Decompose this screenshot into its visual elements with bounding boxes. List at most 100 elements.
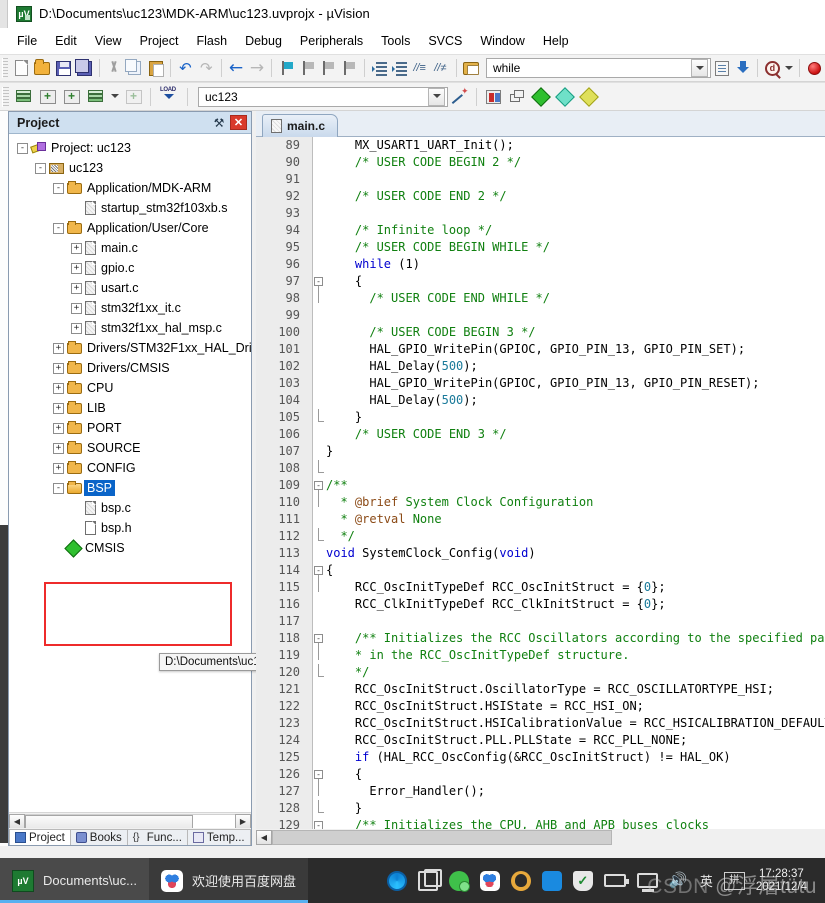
code-line[interactable]: /** Initializes the RCC Oscillators acco…: [326, 630, 825, 647]
code-line[interactable]: RCC_OscInitStruct.HSICalibrationValue = …: [326, 715, 825, 732]
security-shield-icon[interactable]: [573, 871, 593, 891]
code-line[interactable]: HAL_GPIO_WritePin(GPIOC, GPIO_PIN_13, GP…: [326, 341, 745, 358]
code-line[interactable]: HAL_Delay(500);: [326, 358, 478, 375]
clear-bookmarks-button[interactable]: [340, 57, 359, 79]
undo-button[interactable]: ↶: [176, 57, 195, 79]
fold-collapse-icon[interactable]: -: [314, 481, 323, 490]
code-line[interactable]: */: [326, 528, 355, 545]
tree-item[interactable]: + Drivers/STM32F1xx_HAL_Driv: [9, 338, 251, 358]
paste-button[interactable]: [146, 57, 165, 79]
code-line[interactable]: {: [326, 273, 362, 290]
network-icon[interactable]: [637, 873, 658, 888]
scroll-left-button[interactable]: ◀: [9, 814, 25, 829]
batch-build-dropdown[interactable]: [109, 86, 121, 108]
battery-icon[interactable]: [604, 874, 626, 887]
code-line[interactable]: MX_USART1_UART_Init();: [326, 137, 514, 154]
collapse-toggle[interactable]: -: [17, 143, 28, 154]
code-line[interactable]: /* Infinite loop */: [326, 222, 492, 239]
code-line[interactable]: /* USER CODE BEGIN WHILE */: [326, 239, 550, 256]
menu-debug[interactable]: Debug: [236, 31, 291, 51]
expand-toggle[interactable]: +: [71, 323, 82, 334]
code-line[interactable]: RCC_ClkInitTypeDef RCC_ClkInitStruct = {…: [326, 596, 666, 613]
code-line[interactable]: * @retval None: [326, 511, 442, 528]
code-line[interactable]: RCC_OscInitTypeDef RCC_OscInitStruct = {…: [326, 579, 666, 596]
code-line[interactable]: /* USER CODE BEGIN 2 */: [326, 154, 521, 171]
tree-item[interactable]: - BSP: [9, 478, 251, 498]
select-software-packs-button[interactable]: [578, 86, 600, 108]
fold-collapse-icon[interactable]: -: [314, 277, 323, 286]
translate-button[interactable]: [13, 86, 35, 108]
menu-help[interactable]: Help: [534, 31, 578, 51]
fold-collapse-icon[interactable]: -: [314, 634, 323, 643]
code-line[interactable]: while (1): [326, 256, 420, 273]
tree-item[interactable]: - uc123: [9, 158, 251, 178]
bluetooth-icon[interactable]: ↎: [542, 871, 562, 891]
build-target-button[interactable]: [37, 86, 59, 108]
debug-dropdown-button[interactable]: [784, 57, 794, 79]
ime-language-label[interactable]: 英: [700, 871, 713, 890]
code-line[interactable]: HAL_Delay(500);: [326, 392, 478, 409]
fold-collapse-icon[interactable]: -: [314, 821, 323, 829]
code-line[interactable]: * in the RCC_OscInitTypeDef structure.: [326, 647, 629, 664]
toolbar-grip[interactable]: [2, 87, 9, 107]
editor-scroll-left-button[interactable]: ◀: [256, 830, 272, 845]
expand-toggle[interactable]: +: [53, 423, 64, 434]
scroll-right-button[interactable]: ▶: [235, 814, 251, 829]
uncomment-button[interactable]: //≠: [432, 57, 451, 79]
code-view[interactable]: 89 MX_USART1_UART_Init(); 90 /* USER CODE…: [256, 137, 825, 829]
outdent-button[interactable]: [391, 57, 410, 79]
tree-item[interactable]: + Drivers/CMSIS: [9, 358, 251, 378]
tab-templates[interactable]: Temp...: [187, 829, 251, 845]
target-selector-dropdown[interactable]: [428, 88, 445, 106]
pack-installer-button[interactable]: [530, 86, 552, 108]
code-line[interactable]: /** Initializes the CPU, AHB and APB bus…: [326, 817, 709, 829]
download-button[interactable]: LOAD: [156, 86, 182, 108]
taskbar-item-uvision[interactable]: µV Documents\uc...: [0, 858, 149, 903]
expand-toggle[interactable]: +: [53, 363, 64, 374]
tree-item[interactable]: - Application/User/Core: [9, 218, 251, 238]
collapse-toggle[interactable]: -: [53, 483, 64, 494]
tree-item[interactable]: CMSIS: [9, 538, 251, 558]
code-line[interactable]: RCC_OscInitStruct.PLL.PLLState = RCC_PLL…: [326, 732, 687, 749]
editor-scroll-thumb[interactable]: [272, 830, 612, 845]
expand-toggle[interactable]: +: [71, 263, 82, 274]
code-line[interactable]: /* USER CODE BEGIN 3 */: [326, 324, 536, 341]
comment-button[interactable]: //≡: [411, 57, 430, 79]
editor-hscrollbar[interactable]: ◀: [256, 829, 825, 846]
tree-item[interactable]: + stm32f1xx_hal_msp.c: [9, 318, 251, 338]
pin-icon[interactable]: ⚒: [211, 115, 227, 131]
expand-toggle[interactable]: +: [53, 383, 64, 394]
task-view-icon[interactable]: [418, 871, 438, 891]
wechat-icon[interactable]: [449, 871, 469, 891]
clock[interactable]: 17:28:37 2021/12/4: [756, 868, 815, 894]
code-line[interactable]: Error_Handler();: [326, 783, 485, 800]
open-file-button[interactable]: [33, 57, 52, 79]
insert-file-button[interactable]: [712, 57, 731, 79]
tree-item[interactable]: + usart.c: [9, 278, 251, 298]
goto-bookmark-button[interactable]: [733, 57, 752, 79]
volume-icon[interactable]: 🔊: [669, 871, 689, 891]
save-button[interactable]: [54, 57, 73, 79]
tab-books[interactable]: Books: [70, 829, 128, 845]
next-bookmark-button[interactable]: [319, 57, 338, 79]
navigate-back-button[interactable]: ←: [227, 57, 246, 79]
baidu-netdisk-tray-icon[interactable]: [480, 871, 500, 891]
save-all-button[interactable]: [75, 57, 94, 79]
code-line[interactable]: /**: [326, 477, 348, 494]
code-line[interactable]: void SystemClock_Config(void): [326, 545, 536, 562]
tree-item[interactable]: + CPU: [9, 378, 251, 398]
collapse-toggle[interactable]: -: [53, 223, 64, 234]
navigate-forward-button[interactable]: →: [248, 57, 267, 79]
project-panel-hscrollbar[interactable]: ◀ ▶: [9, 812, 251, 829]
document-tab-main-c[interactable]: main.c: [262, 114, 338, 137]
collapse-toggle[interactable]: -: [53, 183, 64, 194]
redo-button[interactable]: ↷: [197, 57, 216, 79]
scroll-track[interactable]: [25, 814, 235, 829]
code-line[interactable]: /* USER CODE END 2 */: [326, 188, 507, 205]
menu-file[interactable]: File: [8, 31, 46, 51]
configuration-wizard-button[interactable]: [449, 86, 471, 108]
code-line[interactable]: /* USER CODE END WHILE */: [326, 290, 550, 307]
options-for-target-button[interactable]: [482, 86, 504, 108]
menu-window[interactable]: Window: [471, 31, 533, 51]
manage-run-time-env-button[interactable]: [554, 86, 576, 108]
